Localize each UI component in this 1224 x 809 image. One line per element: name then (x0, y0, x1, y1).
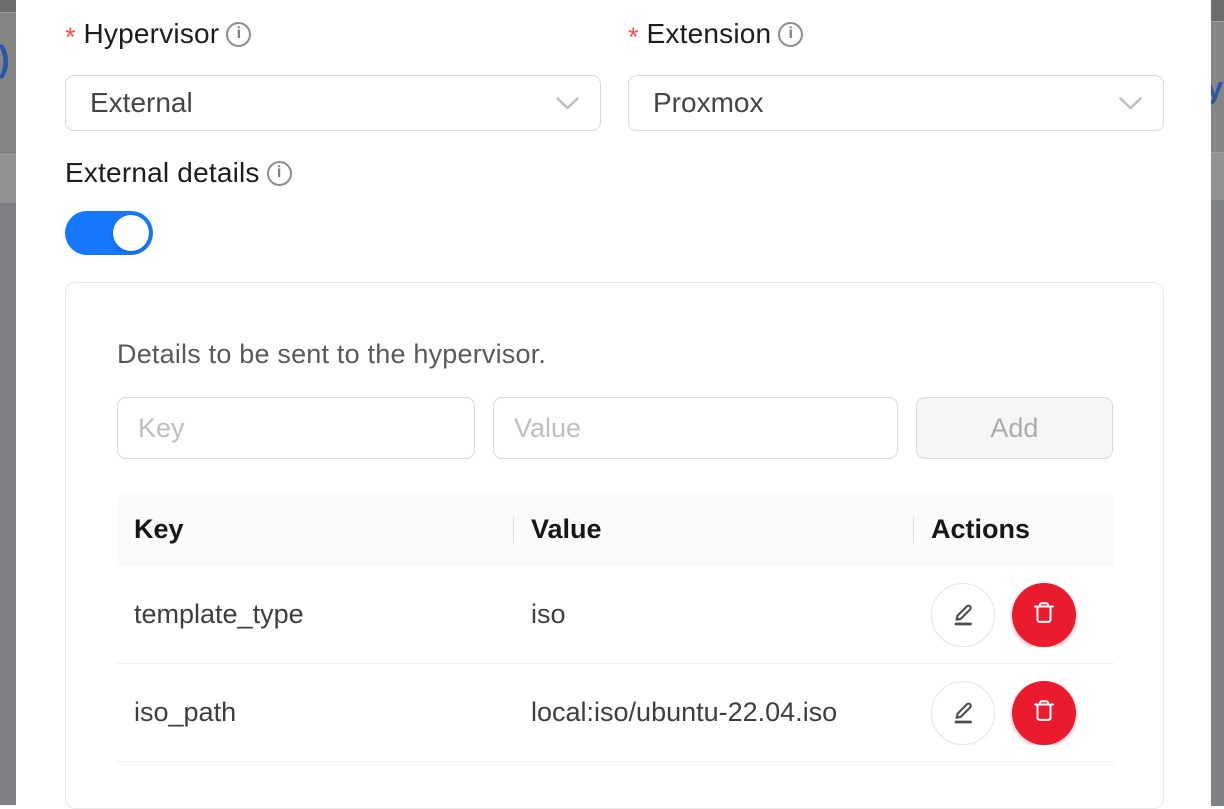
key-input[interactable] (117, 397, 475, 459)
header-cell-actions: Actions (914, 493, 1114, 566)
info-icon[interactable]: i (226, 22, 251, 47)
backdrop-segment: ) (0, 13, 16, 154)
trash-icon (1029, 598, 1059, 631)
backdrop-left-strip: ) (0, 0, 16, 806)
table-header: Key Value Actions (117, 493, 1114, 566)
panel-hint: Details to be sent to the hypervisor. (117, 339, 1113, 370)
modal-form: * Hypervisor i External * Extension i Pr… (65, 0, 1164, 809)
delete-button[interactable] (1012, 583, 1076, 647)
backdrop-right-strip: ys (1211, 0, 1224, 806)
backdrop-segment (0, 0, 16, 13)
cell-key: template_type (117, 599, 514, 630)
delete-button[interactable] (1012, 681, 1076, 745)
extension-label-row: * Extension i (628, 17, 1164, 51)
table-row: iso_path local:iso/ubuntu-22.04.iso (117, 664, 1114, 762)
backdrop-segment (1211, 0, 1224, 22)
add-button[interactable]: Add (916, 397, 1113, 459)
backdrop-segment (0, 203, 16, 805)
hypervisor-select[interactable]: External (65, 75, 601, 131)
extension-field: * Extension i Proxmox (628, 17, 1164, 131)
backdrop-segment: ys (1211, 22, 1224, 152)
cell-key: iso_path (117, 697, 514, 728)
external-details-toggle[interactable] (65, 211, 153, 255)
info-icon[interactable]: i (267, 161, 292, 186)
header-actions-label: Actions (931, 514, 1030, 545)
info-icon[interactable]: i (778, 22, 803, 47)
header-cell-key: Key (117, 493, 514, 566)
backdrop-segment (1211, 152, 1224, 200)
hypervisor-select-value: External (90, 87, 193, 119)
pencil-icon (947, 695, 979, 730)
extension-select[interactable]: Proxmox (628, 75, 1164, 131)
cell-actions (914, 681, 1114, 745)
required-mark: * (65, 24, 76, 51)
extension-label: Extension (647, 18, 772, 50)
cell-value: iso (514, 599, 914, 630)
backdrop-text-fragment: ys (1211, 70, 1224, 106)
backdrop-text-fragment: ) (0, 41, 10, 77)
value-input[interactable] (493, 397, 898, 459)
trash-icon (1029, 696, 1059, 729)
details-table: Key Value Actions template_type iso (117, 493, 1114, 762)
chevron-down-icon (1118, 96, 1143, 111)
required-mark: * (628, 24, 639, 51)
hypervisor-label-row: * Hypervisor i (65, 17, 601, 51)
edit-button[interactable] (931, 583, 995, 647)
pencil-icon (947, 597, 979, 632)
header-key-label: Key (134, 514, 184, 545)
hypervisor-field: * Hypervisor i External (65, 17, 601, 131)
backdrop-segment (1211, 200, 1224, 806)
cell-actions (914, 583, 1114, 647)
table-row: template_type iso (117, 566, 1114, 664)
external-details-label-row: External details i (65, 156, 1164, 190)
backdrop-segment (0, 154, 16, 203)
details-panel: Details to be sent to the hypervisor. Ad… (65, 282, 1164, 809)
hypervisor-label: Hypervisor (84, 18, 220, 50)
external-details-label: External details (65, 157, 260, 189)
edit-button[interactable] (931, 681, 995, 745)
chevron-down-icon (555, 96, 580, 111)
header-cell-value: Value (514, 493, 914, 566)
cell-value: local:iso/ubuntu-22.04.iso (514, 697, 914, 728)
extension-select-value: Proxmox (653, 87, 763, 119)
header-value-label: Value (531, 514, 602, 545)
add-detail-row: Add (117, 397, 1113, 459)
toggle-knob (113, 215, 149, 251)
fields-row: * Hypervisor i External * Extension i Pr… (65, 0, 1164, 131)
